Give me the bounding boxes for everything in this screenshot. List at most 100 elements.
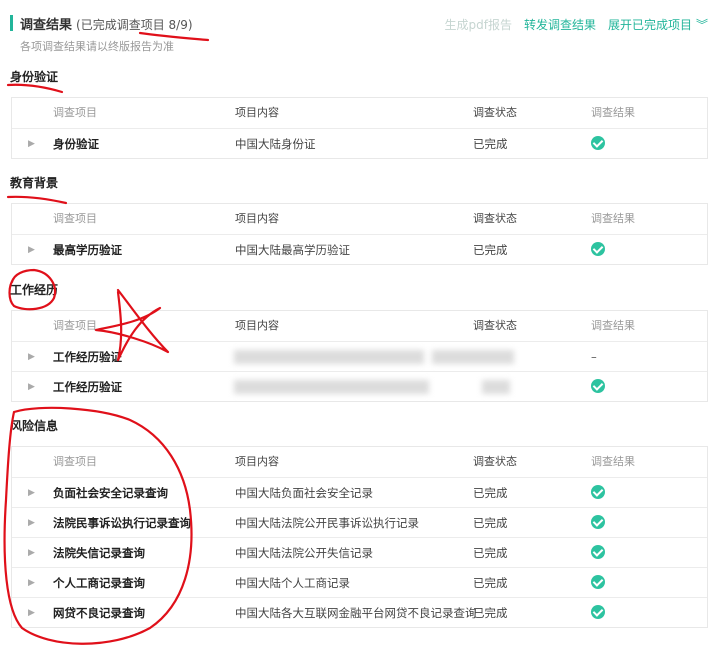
col-header-item: 调查项目 <box>53 106 97 119</box>
risk-table: 调查项目 项目内容 调查状态 调查结果 ▶ 负面社会安全记录查询 中国大陆负面社… <box>11 446 708 628</box>
title-accent-bar <box>10 15 13 31</box>
page-title: 调查结果 (已完成调查项目 8/9) <box>20 14 193 33</box>
row-status: 已完成 <box>473 137 508 151</box>
check-circle-icon <box>591 605 605 619</box>
table-row[interactable]: ▶ 身份验证 中国大陆身份证 已完成 <box>12 128 707 158</box>
result-cell <box>591 129 605 159</box>
result-cell <box>591 478 605 508</box>
row-item: 法院民事诉讼执行记录查询 <box>53 516 191 530</box>
redacted-status <box>482 380 510 394</box>
underline-identity-mark <box>6 83 64 94</box>
row-content: 中国大陆身份证 <box>235 137 316 151</box>
expand-arrow-icon[interactable]: ▶ <box>28 372 35 402</box>
expand-completed-label: 展开已完成项目 <box>607 18 692 32</box>
expand-arrow-icon[interactable]: ▶ <box>28 568 35 598</box>
section-title-education: 教育背景 <box>10 176 59 190</box>
table-header-row: 调查项目 项目内容 调查状态 调查结果 <box>12 98 707 128</box>
work-table: 调查项目 项目内容 调查状态 调查结果 ▶ 工作经历验证 – ▶ 工作经历验证 <box>11 310 708 402</box>
row-content: 中国大陆各大互联网金融平台网贷不良记录查询 <box>235 606 477 620</box>
col-header-item: 调查项目 <box>53 319 97 332</box>
redacted-content <box>234 380 429 394</box>
redacted-status <box>432 350 514 364</box>
redacted-content <box>234 350 424 364</box>
expand-arrow-icon[interactable]: ▶ <box>28 129 35 159</box>
col-header-result: 调查结果 <box>591 212 635 225</box>
expand-arrow-icon[interactable]: ▶ <box>28 538 35 568</box>
check-circle-icon <box>591 515 605 529</box>
check-circle-icon <box>591 379 605 393</box>
check-circle-icon <box>591 575 605 589</box>
col-header-status: 调查状态 <box>473 106 517 119</box>
expand-completed-button[interactable]: 展开已完成项目 ︾ <box>608 16 708 33</box>
row-status: 已完成 <box>473 516 508 530</box>
section-title-risk: 风险信息 <box>10 419 59 433</box>
col-header-item: 调查项目 <box>53 212 97 225</box>
table-row[interactable]: ▶ 法院失信记录查询 中国大陆法院公开失信记录 已完成 <box>12 537 707 567</box>
section-title-identity: 身份验证 <box>10 70 59 84</box>
result-cell <box>591 508 605 538</box>
row-item: 法院失信记录查询 <box>53 546 145 560</box>
results-header: 调查结果 (已完成调查项目 8/9) 各项调查结果请以终版报告为准 生成pdf报告… <box>0 0 720 60</box>
table-row[interactable]: ▶ 法院民事诉讼执行记录查询 中国大陆法院公开民事诉讼执行记录 已完成 <box>12 507 707 537</box>
row-item: 网贷不良记录查询 <box>53 606 145 620</box>
row-content: 中国大陆法院公开失信记录 <box>235 546 373 560</box>
forward-results-button[interactable]: 转发调查结果 <box>524 16 596 33</box>
row-status: 已完成 <box>473 606 508 620</box>
col-header-result: 调查结果 <box>591 319 635 332</box>
table-row[interactable]: ▶ 工作经历验证 – <box>12 341 707 371</box>
result-cell <box>591 598 605 628</box>
table-row[interactable]: ▶ 负面社会安全记录查询 中国大陆负面社会安全记录 已完成 <box>12 477 707 507</box>
chevron-down-icon: ︾ <box>695 18 708 32</box>
check-circle-icon <box>591 242 605 256</box>
generate-pdf-button[interactable]: 生成pdf报告 <box>444 16 511 33</box>
check-circle-icon <box>591 545 605 559</box>
col-header-content: 项目内容 <box>235 455 279 468</box>
row-content: 中国大陆最高学历验证 <box>235 243 350 257</box>
report-note: 各项调查结果请以终版报告为准 <box>20 40 174 53</box>
col-header-status: 调查状态 <box>473 319 517 332</box>
row-content: 中国大陆负面社会安全记录 <box>235 486 373 500</box>
row-content: 中国大陆个人工商记录 <box>235 576 350 590</box>
expand-arrow-icon[interactable]: ▶ <box>28 235 35 265</box>
row-content: 中国大陆法院公开民事诉讼执行记录 <box>235 516 419 530</box>
result-cell <box>591 568 605 598</box>
row-item: 最高学历验证 <box>53 243 122 257</box>
col-header-item: 调查项目 <box>53 455 97 468</box>
table-row[interactable]: ▶ 工作经历验证 <box>12 371 707 401</box>
row-item: 个人工商记录查询 <box>53 576 145 590</box>
col-header-content: 项目内容 <box>235 319 279 332</box>
row-item: 负面社会安全记录查询 <box>53 486 168 500</box>
row-status: 已完成 <box>473 486 508 500</box>
expand-arrow-icon[interactable]: ▶ <box>28 478 35 508</box>
result-cell <box>591 538 605 568</box>
check-circle-icon <box>591 485 605 499</box>
education-table: 调查项目 项目内容 调查状态 调查结果 ▶ 最高学历验证 中国大陆最高学历验证 … <box>11 203 708 265</box>
result-dash: – <box>591 350 597 364</box>
table-row[interactable]: ▶ 最高学历验证 中国大陆最高学历验证 已完成 <box>12 234 707 264</box>
col-header-status: 调查状态 <box>473 212 517 225</box>
table-header-row: 调查项目 项目内容 调查状态 调查结果 <box>12 447 707 477</box>
row-item: 工作经历验证 <box>53 350 122 364</box>
expand-arrow-icon[interactable]: ▶ <box>28 508 35 538</box>
col-header-content: 项目内容 <box>235 106 279 119</box>
section-title-work: 工作经历 <box>10 283 59 297</box>
row-item: 身份验证 <box>53 137 99 151</box>
col-header-result: 调查结果 <box>591 106 635 119</box>
row-status: 已完成 <box>473 546 508 560</box>
expand-arrow-icon[interactable]: ▶ <box>28 342 35 372</box>
col-header-content: 项目内容 <box>235 212 279 225</box>
result-cell <box>591 235 605 265</box>
table-header-row: 调查项目 项目内容 调查状态 调查结果 <box>12 204 707 234</box>
identity-table: 调查项目 项目内容 调查状态 调查结果 ▶ 身份验证 中国大陆身份证 已完成 <box>11 97 708 159</box>
table-row[interactable]: ▶ 网贷不良记录查询 中国大陆各大互联网金融平台网贷不良记录查询 已完成 <box>12 597 707 627</box>
result-cell <box>591 372 605 402</box>
row-status: 已完成 <box>473 243 508 257</box>
table-header-row: 调查项目 项目内容 调查状态 调查结果 <box>12 311 707 341</box>
header-actions: 生成pdf报告 转发调查结果 展开已完成项目 ︾ <box>444 16 708 33</box>
col-header-result: 调查结果 <box>591 455 635 468</box>
table-row[interactable]: ▶ 个人工商记录查询 中国大陆个人工商记录 已完成 <box>12 567 707 597</box>
expand-arrow-icon[interactable]: ▶ <box>28 598 35 628</box>
col-header-status: 调查状态 <box>473 455 517 468</box>
row-item: 工作经历验证 <box>53 380 122 394</box>
row-status: 已完成 <box>473 576 508 590</box>
